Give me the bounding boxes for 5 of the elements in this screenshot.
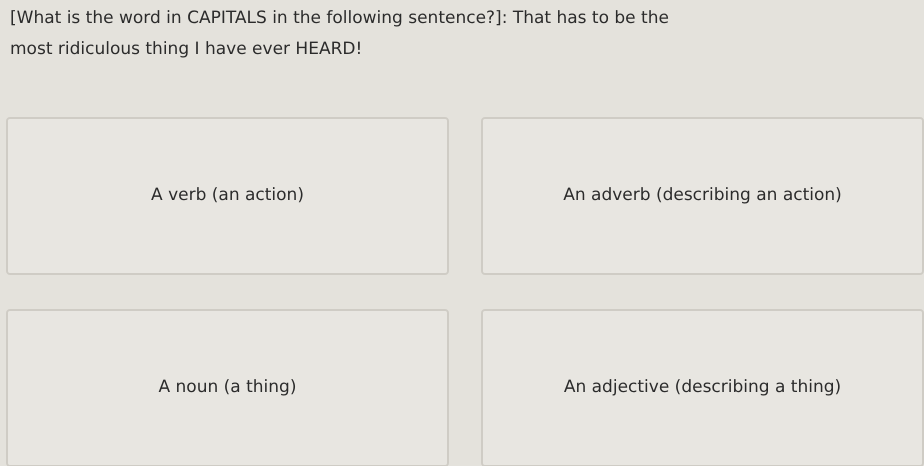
answer-option[interactable]: A noun (a thing) [6,309,449,466]
question-text: [What is the word in CAPITALS in the following sentence?]: That has to be the most ridiculous thing I have ever HEARD! [9,7,670,61]
answer-option[interactable]: A verb (an action) [6,117,449,275]
answer-option[interactable]: An adverb (describing an action) [481,117,924,275]
answer-option[interactable]: An adjective (describing a thing) [481,309,924,466]
